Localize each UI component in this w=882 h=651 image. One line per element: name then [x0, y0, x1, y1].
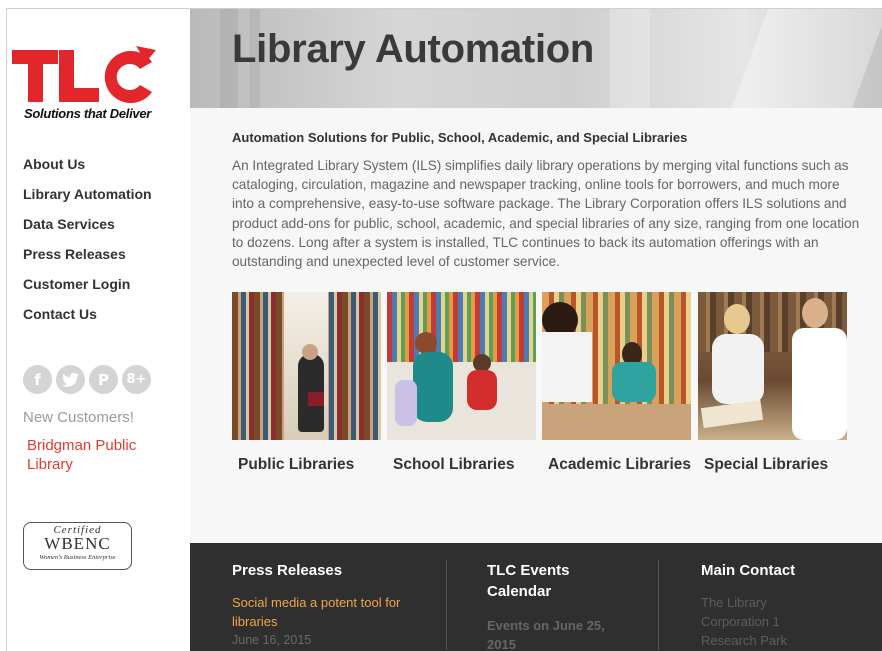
new-customer-link[interactable]: Bridgman Public Library — [27, 436, 177, 474]
card-label[interactable]: Academic Libraries — [548, 452, 691, 478]
tlc-logo[interactable]: Solutions that Deliver — [12, 42, 162, 124]
footer: Press Releases Social media a potent too… — [190, 543, 882, 651]
card-public-libraries[interactable]: Public Libraries — [232, 292, 381, 478]
footer-press-heading: Press Releases — [232, 562, 343, 579]
main-content: Library Automation Automation Solutions … — [190, 9, 882, 651]
tlc-logo-mark — [12, 46, 156, 103]
facebook-icon[interactable]: f — [23, 365, 52, 394]
card-label[interactable]: School Libraries — [393, 452, 536, 478]
footer-press-link[interactable]: Social media a potent tool for libraries — [232, 593, 412, 631]
sidebar: Solutions that Deliver About Us Library … — [7, 9, 190, 651]
card-label[interactable]: Special Libraries — [704, 452, 847, 478]
google-plus-icon[interactable]: 8+ — [122, 365, 151, 394]
pinterest-icon[interactable]: P — [89, 365, 118, 394]
main-nav: About Us Library Automation Data Service… — [23, 154, 152, 334]
wbenc-name: WBENC — [44, 534, 111, 553]
footer-press-date: June 16, 2015 — [232, 633, 312, 647]
footer-divider — [446, 560, 447, 650]
hero-banner: Library Automation — [190, 9, 882, 108]
card-special-libraries[interactable]: Special Libraries — [698, 292, 847, 478]
logo-tagline: Solutions that Deliver — [24, 106, 152, 121]
school-libraries-photo[interactable] — [387, 292, 536, 440]
academic-libraries-photo[interactable] — [542, 292, 691, 440]
nav-item-contact-us[interactable]: Contact Us — [23, 304, 152, 334]
twitter-icon[interactable] — [56, 365, 85, 394]
footer-contact-address: The Library Corporation 1 Research Park — [701, 595, 787, 648]
nav-item-library-automation[interactable]: Library Automation — [23, 184, 152, 214]
nav-item-data-services[interactable]: Data Services — [23, 214, 152, 244]
wbenc-subtitle: Women's Business Enterprise — [39, 554, 116, 561]
nav-item-about-us[interactable]: About Us — [23, 154, 152, 184]
page-title: Library Automation — [232, 27, 595, 71]
new-customers-label: New Customers! — [23, 409, 134, 426]
social-links: f P 8+ — [23, 365, 151, 394]
footer-divider — [658, 560, 659, 650]
wbenc-badge: Certified WBENC Women's Business Enterpr… — [23, 522, 132, 570]
footer-events-heading: TLC Events Calendar — [487, 562, 570, 600]
nav-item-customer-login[interactable]: Customer Login — [23, 274, 152, 304]
card-school-libraries[interactable]: School Libraries — [387, 292, 536, 478]
hero-decor — [731, 9, 882, 108]
special-libraries-photo[interactable] — [698, 292, 847, 440]
section-subhead: Automation Solutions for Public, School,… — [232, 130, 688, 145]
footer-event-link[interactable]: Events on June 25, 2015 — [487, 616, 627, 651]
public-libraries-photo[interactable] — [232, 292, 381, 440]
card-label[interactable]: Public Libraries — [238, 452, 381, 478]
intro-paragraph: An Integrated Library System (ILS) simpl… — [232, 158, 860, 270]
footer-contact-heading: Main Contact — [701, 562, 796, 579]
hero-decor — [610, 9, 650, 108]
nav-item-press-releases[interactable]: Press Releases — [23, 244, 152, 274]
card-academic-libraries[interactable]: Academic Libraries — [542, 292, 691, 478]
